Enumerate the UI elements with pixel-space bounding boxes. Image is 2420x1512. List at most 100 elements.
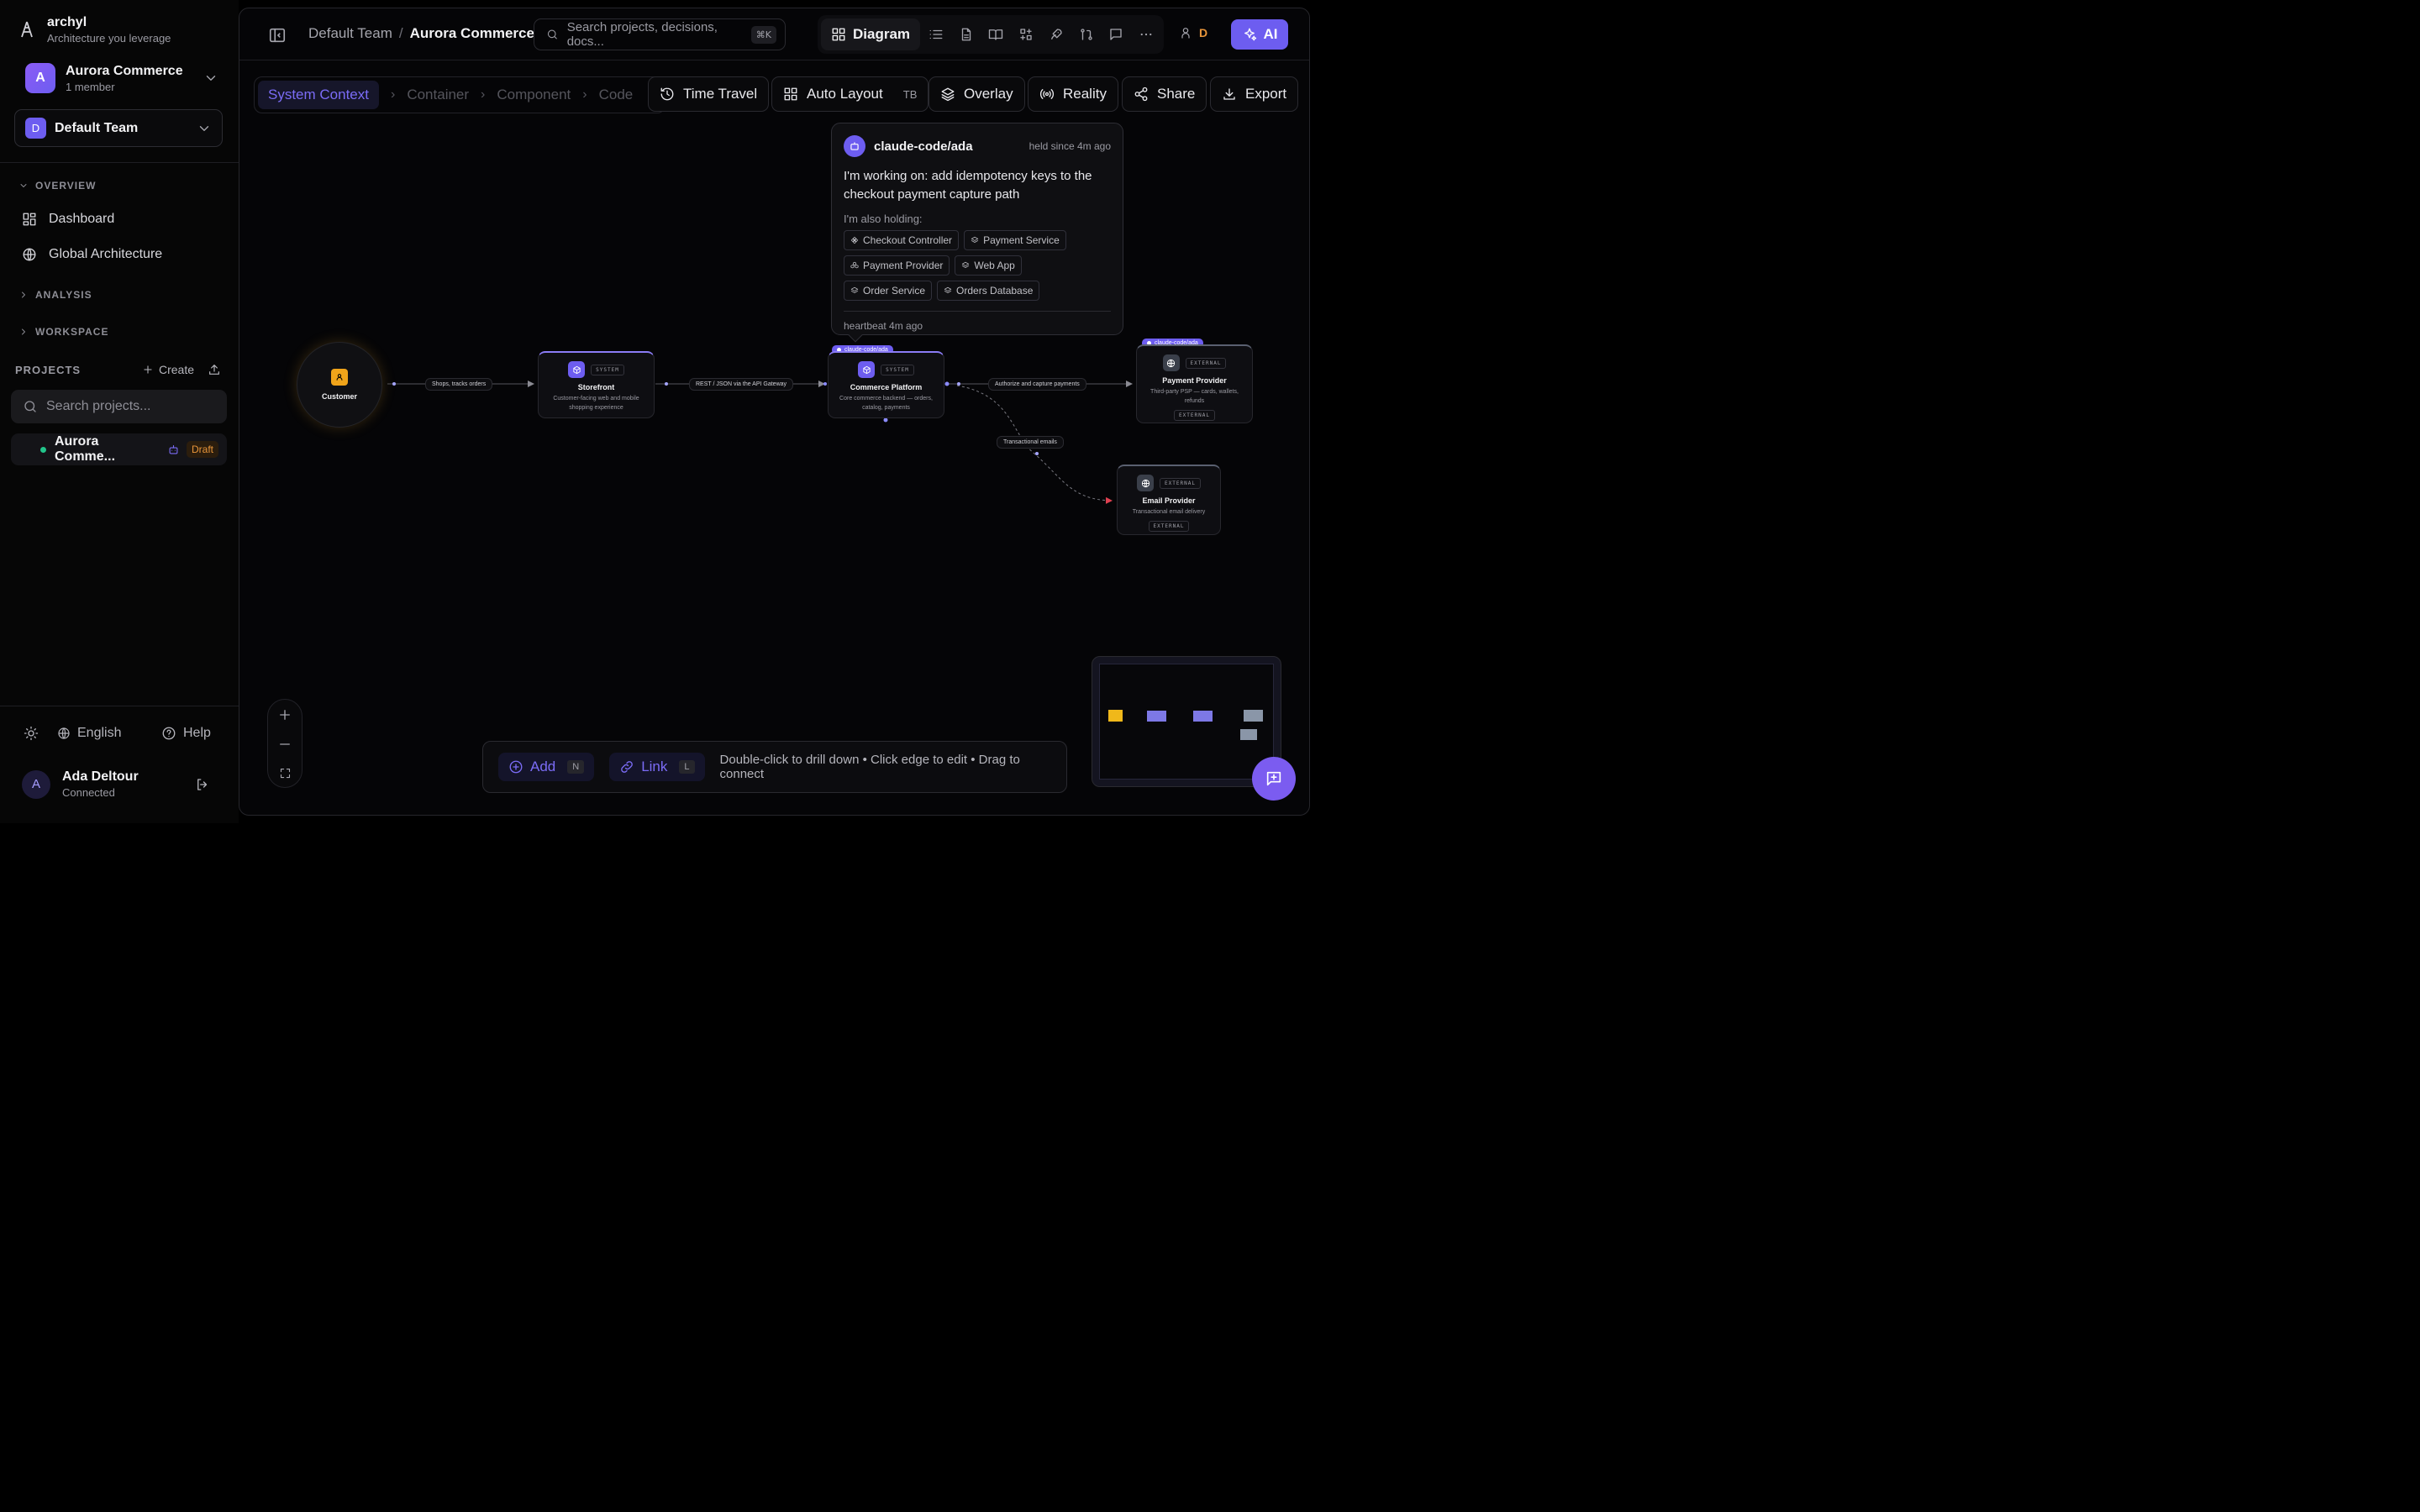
sidebar-item-dashboard[interactable]: Dashboard [22,212,114,227]
held-chip[interactable]: Checkout Controller [844,230,960,250]
plus-circle-icon [509,760,523,774]
projects-label: PROJECTS [15,363,82,376]
minimap[interactable] [1092,656,1281,787]
edge-label-shops[interactable]: Shops, tracks orders [425,378,493,391]
node-commerce-platform[interactable]: SYSTEM Commerce Platform Core commerce b… [828,351,944,418]
chip-label: Payment Provider [863,260,944,271]
node-type-tag: SYSTEM [881,364,914,375]
agent-name: claude-code/ada [874,139,973,154]
create-label: Create [158,363,194,376]
zoom-in-icon[interactable] [277,707,292,722]
chevron-down-icon [206,76,216,81]
chip-label: Orders Database [956,285,1034,297]
divider [844,311,1111,312]
minimap-node [1147,711,1166,722]
layers-icon [962,261,970,268]
minimap-viewport[interactable] [1099,664,1274,780]
node-title: Storefront [577,383,615,391]
node-label: Customer [321,392,357,401]
node-type-tag: EXTERNAL [1185,357,1227,369]
minimap-node [1240,729,1257,740]
held-chip[interactable]: Order Service [844,281,933,301]
heartbeat: heartbeat 4m ago [844,320,923,332]
person-icon [331,369,348,386]
globe-icon [23,248,36,261]
node-footer-tag: EXTERNAL [1148,521,1190,532]
held-chip[interactable]: Orders Database [937,281,1040,301]
node-description: Transactional email delivery [1132,509,1206,515]
component-icon [850,236,859,244]
zoom-out-icon[interactable] [277,737,292,752]
project-list-item[interactable]: Aurora Comme... Draft [11,433,227,465]
globe-icon [1162,354,1180,371]
team-select[interactable]: D Default Team [14,109,223,147]
project-avatar: A [25,63,55,93]
archyl-logo-icon [21,21,33,38]
boxes-icon [850,261,859,269]
link-button[interactable]: Link L [609,753,705,781]
handle-dot[interactable] [883,417,888,423]
feedback-chat-button[interactable] [1252,757,1296,801]
chevron-right-icon [22,328,25,335]
edge-label-emails[interactable]: Transactional emails [997,436,1064,449]
link-icon [621,761,634,773]
section-workspace[interactable]: WORKSPACE [18,326,108,338]
edge-label-rest[interactable]: REST / JSON via the API Gateway [689,378,794,391]
sidebar: archyl Architecture you leverage A Auror… [0,0,239,823]
project-name: Aurora Commerce [66,63,183,78]
projects-header: PROJECTS Create [15,363,221,376]
canvas-hint-bar: Add N Link L Double-click to drill down … [482,741,1067,793]
brand[interactable]: archyl Architecture you leverage [18,15,171,45]
add-button[interactable]: Add N [498,753,595,781]
help-button[interactable]: Help [161,726,211,741]
project-search-placeholder: Search projects... [46,399,151,413]
project-switcher[interactable]: A Aurora Commerce 1 member [25,62,218,94]
minimap-node [1108,710,1123,722]
held-chip[interactable]: Payment Provider [844,255,950,276]
agent-message: I'm working on: add idempotency keys to … [844,169,1092,202]
node-storefront[interactable]: SYSTEM Storefront Customer-facing web an… [538,351,655,418]
edge-label-authorize[interactable]: Authorize and capture payments [988,378,1086,391]
draft-badge: Draft [186,441,218,458]
user-name: Ada Deltour [62,769,139,784]
brand-tagline: Architecture you leverage [47,32,171,45]
node-email-provider[interactable]: EXTERNAL Email Provider Transactional em… [1117,465,1221,535]
bot-icon [844,135,865,157]
create-project-button[interactable]: Create [142,363,194,376]
section-overview[interactable]: OVERVIEW [18,180,96,192]
node-customer[interactable]: Customer [297,342,382,428]
chevron-right-icon [22,291,25,298]
avatar: A [22,769,50,799]
add-shortcut: N [567,760,585,774]
team-avatar: D [25,118,46,139]
held-elements: Checkout Controller Payment Service Paym… [844,230,1109,301]
node-type-tag: EXTERNAL [1160,477,1201,489]
logout-icon[interactable] [195,777,210,792]
section-workspace-label: WORKSPACE [35,326,109,338]
search-icon [24,401,36,412]
language-label: English [77,726,122,740]
held-chip[interactable]: Web App [955,255,1022,276]
sidebar-item-global-architecture[interactable]: Global Architecture [22,247,162,262]
node-payment-provider[interactable]: EXTERNAL Payment Provider Third-party PS… [1136,344,1253,423]
message-plus-icon [1266,771,1281,786]
chip-label: Checkout Controller [863,234,953,246]
project-search-input[interactable]: Search projects... [11,390,227,423]
chevron-down-icon [199,125,209,131]
user-profile[interactable]: A Ada Deltour Connected [22,769,139,799]
chip-label: Payment Service [983,234,1060,246]
language-selector[interactable]: English [57,726,121,741]
node-title: Commerce Platform [850,383,923,391]
box-icon [568,361,586,378]
node-footer-tag: EXTERNAL [1174,410,1215,421]
team-name: Default Team [55,120,139,135]
section-analysis[interactable]: ANALYSIS [18,289,92,301]
node-description: Core commerce backend — orders, catalog,… [839,396,933,411]
agent-lock-popover: claude-code/ada held since 4m ago I'm wo… [831,123,1123,343]
fit-view-icon[interactable] [279,767,292,780]
upload-icon[interactable] [208,363,221,376]
sun-icon[interactable] [24,726,39,741]
holding-label: I'm also holding: [844,213,923,225]
held-chip[interactable]: Payment Service [964,230,1066,250]
link-shortcut: L [679,760,695,774]
